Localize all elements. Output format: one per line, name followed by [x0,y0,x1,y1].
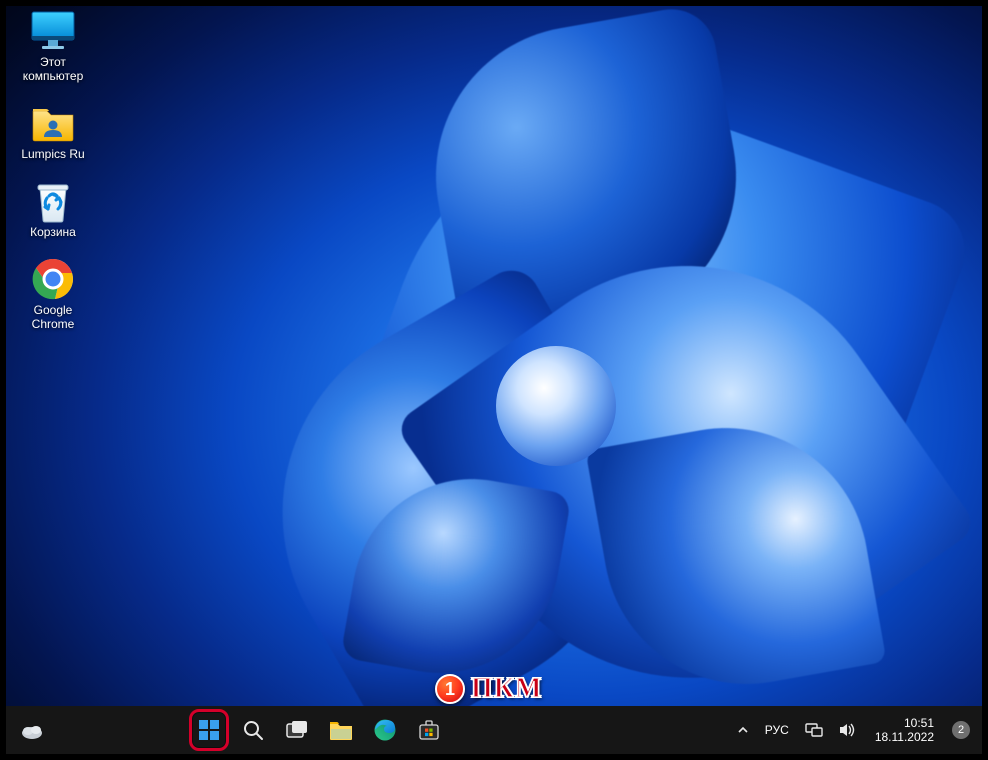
desktop-icons: Этот компьютер Lumpics Ru [9,9,97,331]
chrome-icon [29,257,77,301]
annotation-number-badge: 1 [435,674,465,704]
edge-button[interactable] [365,710,405,750]
task-view-button[interactable] [277,710,317,750]
search-button[interactable] [233,710,273,750]
desktop-icon-label: Корзина [30,225,76,239]
recycle-bin-icon [29,179,77,223]
desktop-icon-label: Lumpics Ru [21,147,84,161]
start-button[interactable] [189,710,229,750]
task-view-icon [286,720,308,740]
file-explorer-icon [329,719,353,741]
desktop-icon-label: Google Chrome [32,303,75,331]
taskbar-center [0,710,733,750]
speaker-icon [839,722,857,738]
system-tray: РУС [733,710,982,750]
network-icon [805,722,823,738]
clock-button[interactable]: 10:51 18.11.2022 [869,710,940,750]
language-text: РУС [765,723,789,737]
microsoft-store-button[interactable] [409,710,449,750]
date-text: 18.11.2022 [875,730,934,744]
widgets-button[interactable] [16,710,48,750]
desktop-icon-chrome[interactable]: Google Chrome [9,257,97,331]
tray-overflow-button[interactable] [733,710,753,750]
taskbar: РУС [6,706,982,754]
network-button[interactable] [801,710,827,750]
monitor-icon [29,9,77,53]
wallpaper-bloom [6,6,982,754]
clock-text: 10:51 18.11.2022 [875,716,934,744]
annotation-callout: 1 ПКМ [435,673,543,705]
desktop-icon-recycle-bin[interactable]: Корзина [9,179,97,239]
start-button-highlight [189,709,229,751]
language-indicator[interactable]: РУС [761,710,793,750]
notification-count-badge: 2 [952,721,970,739]
annotation-text: ПКМ [471,673,543,705]
desktop-icon-this-pc[interactable]: Этот компьютер [9,9,97,83]
desktop-icon-lumpics[interactable]: Lumpics Ru [9,101,97,161]
volume-button[interactable] [835,710,861,750]
chevron-up-icon [737,724,749,736]
notifications-button[interactable]: 2 [948,710,974,750]
weather-icon [20,720,44,740]
desktop-icon-label: Этот компьютер [23,55,84,83]
desktop[interactable]: Этот компьютер Lumpics Ru [0,0,988,760]
edge-icon [373,718,397,742]
file-explorer-button[interactable] [321,710,361,750]
windows-logo-icon [197,718,221,742]
time-text: 10:51 [875,716,934,730]
store-icon [418,719,440,741]
search-icon [242,719,264,741]
folder-user-icon [29,101,77,145]
